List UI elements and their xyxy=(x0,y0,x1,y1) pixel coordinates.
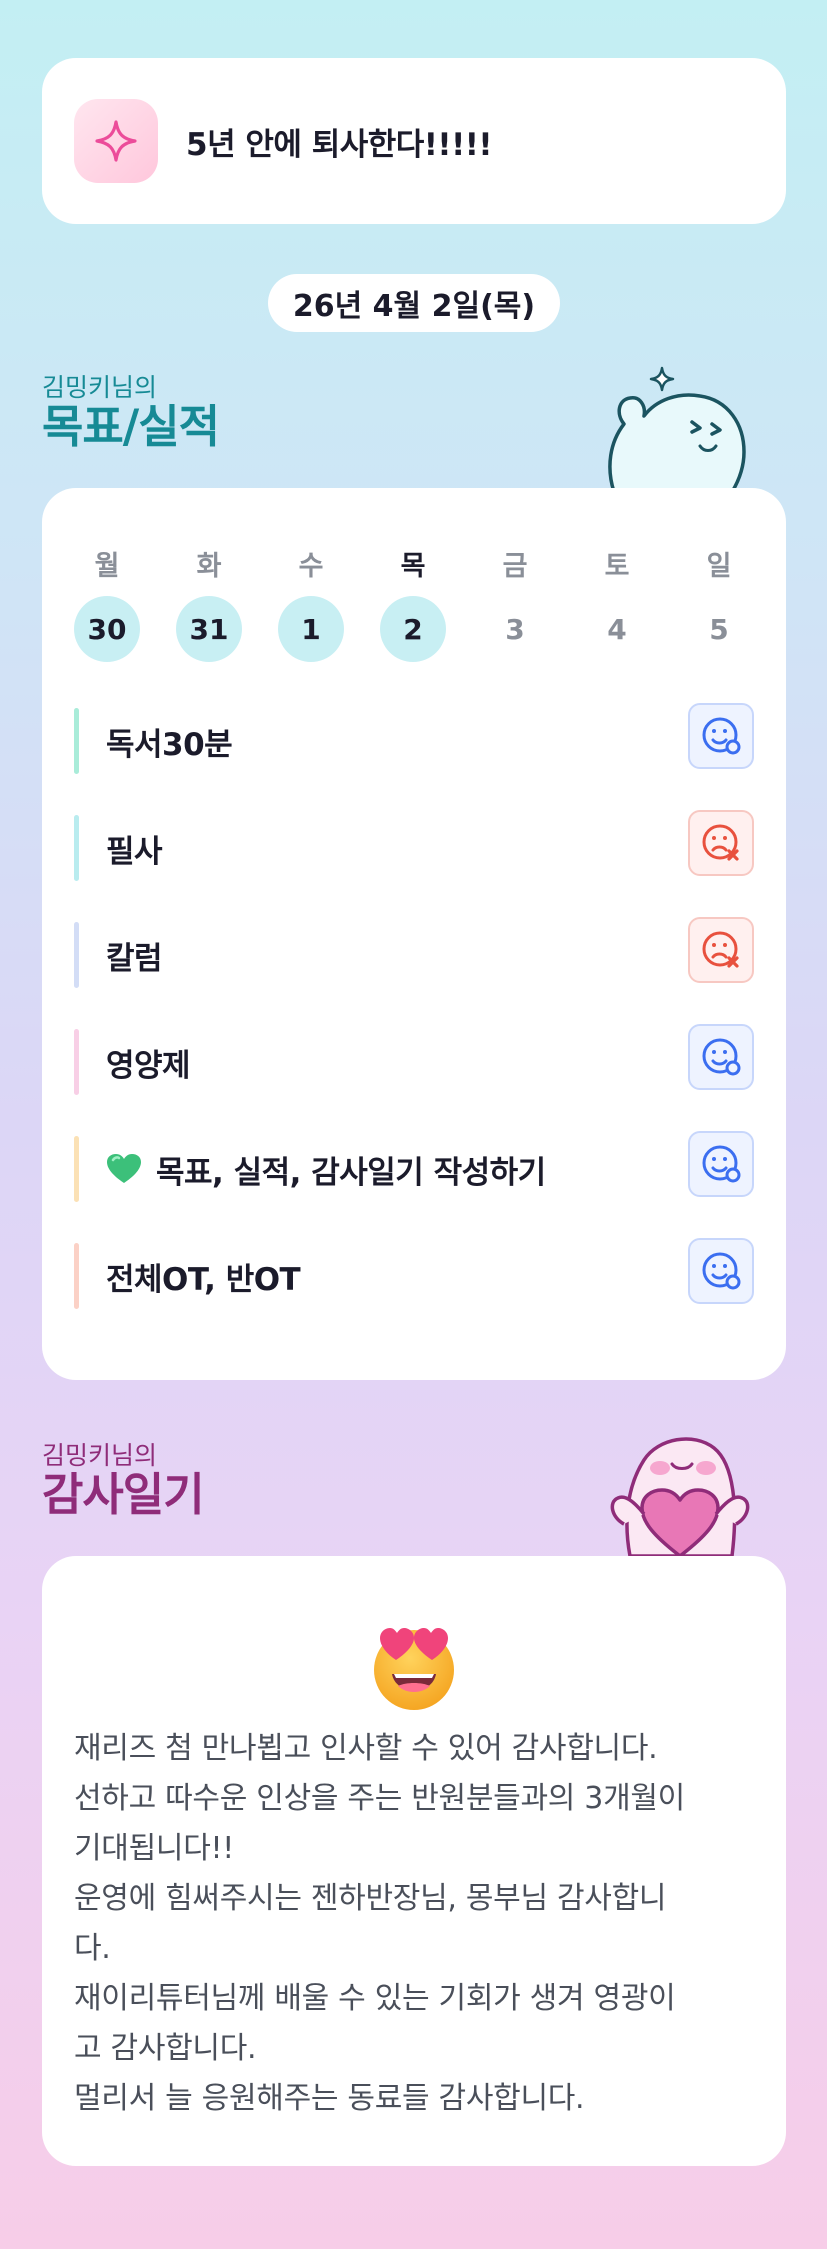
gratitude-section-heading: 감사일기 xyxy=(42,1468,205,1521)
gratitude-line: 선하고 따수운 인상을 주는 반원분들과의 3개월이 xyxy=(74,1781,685,1816)
weekday-label: 일 xyxy=(706,551,732,582)
weekday-label: 화 xyxy=(196,551,222,582)
task-label: 영양제 xyxy=(106,1047,191,1084)
gratitude-line: 운영에 힘써주시는 젠하반장님, 몽부님 감사합니 xyxy=(74,1881,667,1916)
gratitude-line: 다. xyxy=(74,1931,111,1966)
task-color-bar xyxy=(74,1136,79,1202)
task-label: 필사 xyxy=(106,833,163,870)
green-heart-icon xyxy=(106,1153,142,1185)
task-item[interactable]: 전체OT, 반OT xyxy=(74,1238,754,1309)
task-color-bar xyxy=(74,1243,79,1309)
goals-section-subtitle: 김밍키님의 xyxy=(42,373,158,402)
task-label: 전체OT, 반OT xyxy=(106,1261,301,1298)
gratitude-section-title: 김밍키님의 감사일기 xyxy=(42,1441,205,1521)
gratitude-text: 재리즈 첨 만나뵙고 인사할 수 있어 감사합니다. 선하고 따수운 인상을 주… xyxy=(74,1724,764,2124)
goal-card[interactable]: 5년 안에 퇴사한다!!!!! xyxy=(42,58,786,224)
day-number: 1 xyxy=(278,596,344,662)
task-label: 독서30분 xyxy=(106,726,233,763)
task-label: 목표, 실적, 감사일기 작성하기 xyxy=(156,1154,546,1191)
day-number: 2 xyxy=(380,596,446,662)
task-label: 칼럼 xyxy=(106,940,163,977)
task-item[interactable]: 독서30분 xyxy=(74,703,754,774)
status-success-icon[interactable] xyxy=(688,1024,754,1090)
task-color-bar xyxy=(74,815,79,881)
task-label-row: 목표, 실적, 감사일기 작성하기 xyxy=(106,1136,546,1202)
day-number: 30 xyxy=(74,596,140,662)
status-fail-icon[interactable] xyxy=(688,917,754,983)
status-success-icon[interactable] xyxy=(688,1131,754,1197)
mascot-waving-icon xyxy=(608,366,746,492)
weekday-label: 수 xyxy=(298,551,324,582)
status-success-icon[interactable] xyxy=(688,703,754,769)
gratitude-line: 고 감사합니다. xyxy=(74,2031,257,2066)
goals-card: 월 30 화 31 수 1 목 2 금 3 토 4 일 5 독서30분 필사 칼… xyxy=(42,488,786,1380)
task-item[interactable]: 필사 xyxy=(74,810,754,881)
gratitude-line: 재이리튜터님께 배울 수 있는 기회가 생겨 영광이 xyxy=(74,1981,676,2016)
goals-section-title: 김밍키님의 목표/실적 xyxy=(42,373,220,453)
task-color-bar xyxy=(74,1029,79,1095)
gratitude-line: 기대됩니다!! xyxy=(74,1831,234,1866)
gratitude-line: 멀리서 늘 응원해주는 동료들 감사합니다. xyxy=(74,2081,585,2116)
gratitude-card: 재리즈 첨 만나뵙고 인사할 수 있어 감사합니다. 선하고 따수운 인상을 주… xyxy=(42,1556,786,2166)
mascot-heart-icon xyxy=(610,1437,750,1556)
date-label: 26년 4월 2일(목) xyxy=(268,274,560,332)
day-number: 4 xyxy=(607,612,627,646)
weekday-label: 월 xyxy=(94,551,120,582)
goals-section-heading: 목표/실적 xyxy=(42,400,220,453)
task-item[interactable]: 칼럼 xyxy=(74,917,754,988)
heart-eyes-emoji-icon xyxy=(364,1616,464,1720)
weekday-label: 금 xyxy=(502,551,528,582)
day-number: 31 xyxy=(176,596,242,662)
goal-text: 5년 안에 퇴사한다!!!!! xyxy=(186,126,492,163)
day-number: 3 xyxy=(505,612,525,646)
status-fail-icon[interactable] xyxy=(688,810,754,876)
weekday-label: 목 xyxy=(400,551,426,582)
task-item[interactable]: 영양제 xyxy=(74,1024,754,1095)
task-color-bar xyxy=(74,922,79,988)
task-color-bar xyxy=(74,708,79,774)
weekday-label: 토 xyxy=(604,551,630,582)
sparkle-icon xyxy=(74,99,158,183)
day-number: 5 xyxy=(709,612,729,646)
task-item[interactable]: 목표, 실적, 감사일기 작성하기 xyxy=(74,1131,754,1202)
gratitude-section-subtitle: 김밍키님의 xyxy=(42,1441,158,1470)
gratitude-line: 재리즈 첨 만나뵙고 인사할 수 있어 감사합니다. xyxy=(74,1731,658,1766)
status-success-icon[interactable] xyxy=(688,1238,754,1304)
